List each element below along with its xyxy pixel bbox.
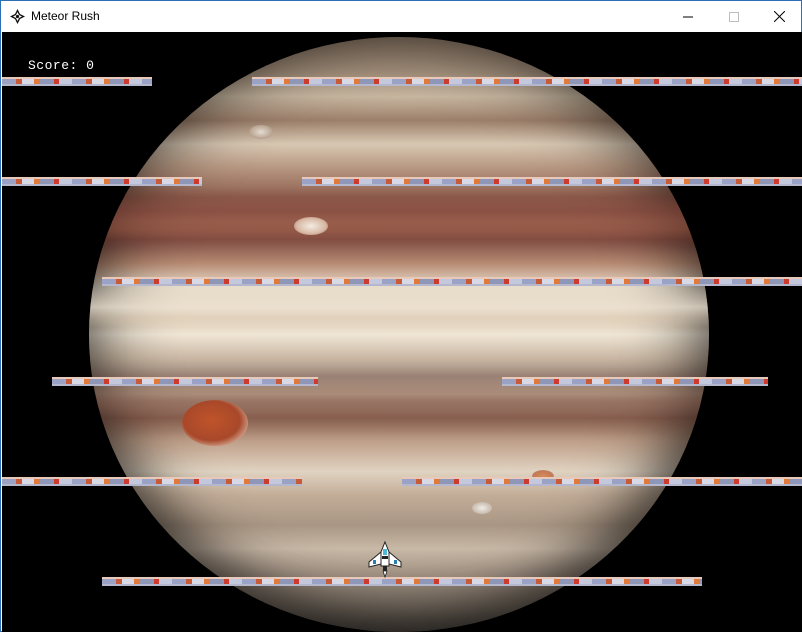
meteor-barrier	[302, 177, 802, 186]
meteor-barrier	[402, 477, 802, 486]
meteor-barrier	[2, 177, 202, 186]
meteor-barrier	[102, 577, 702, 586]
great-red-spot	[182, 400, 248, 446]
maximize-icon	[729, 11, 739, 22]
minimize-icon	[683, 12, 693, 22]
close-icon	[773, 11, 785, 22]
meteor-barrier	[252, 77, 802, 86]
meteor-barrier	[102, 277, 802, 286]
meteor-barrier	[52, 377, 318, 386]
maximize-button[interactable]	[711, 1, 757, 32]
window-title: Meteor Rush	[31, 9, 100, 23]
meteor-barrier	[2, 477, 302, 486]
player-spaceship-icon[interactable]	[368, 540, 402, 579]
meteor-barrier	[502, 377, 768, 386]
app-window: Meteor Rush Score: 0	[0, 0, 802, 632]
title-bar[interactable]: Meteor Rush	[1, 1, 801, 32]
meteor-app-icon	[9, 8, 26, 25]
minimize-button[interactable]	[665, 1, 711, 32]
close-button[interactable]	[756, 1, 802, 32]
score-label: Score: 0	[28, 58, 95, 73]
meteor-barrier	[2, 77, 152, 86]
game-canvas[interactable]: Score: 0	[2, 32, 802, 632]
